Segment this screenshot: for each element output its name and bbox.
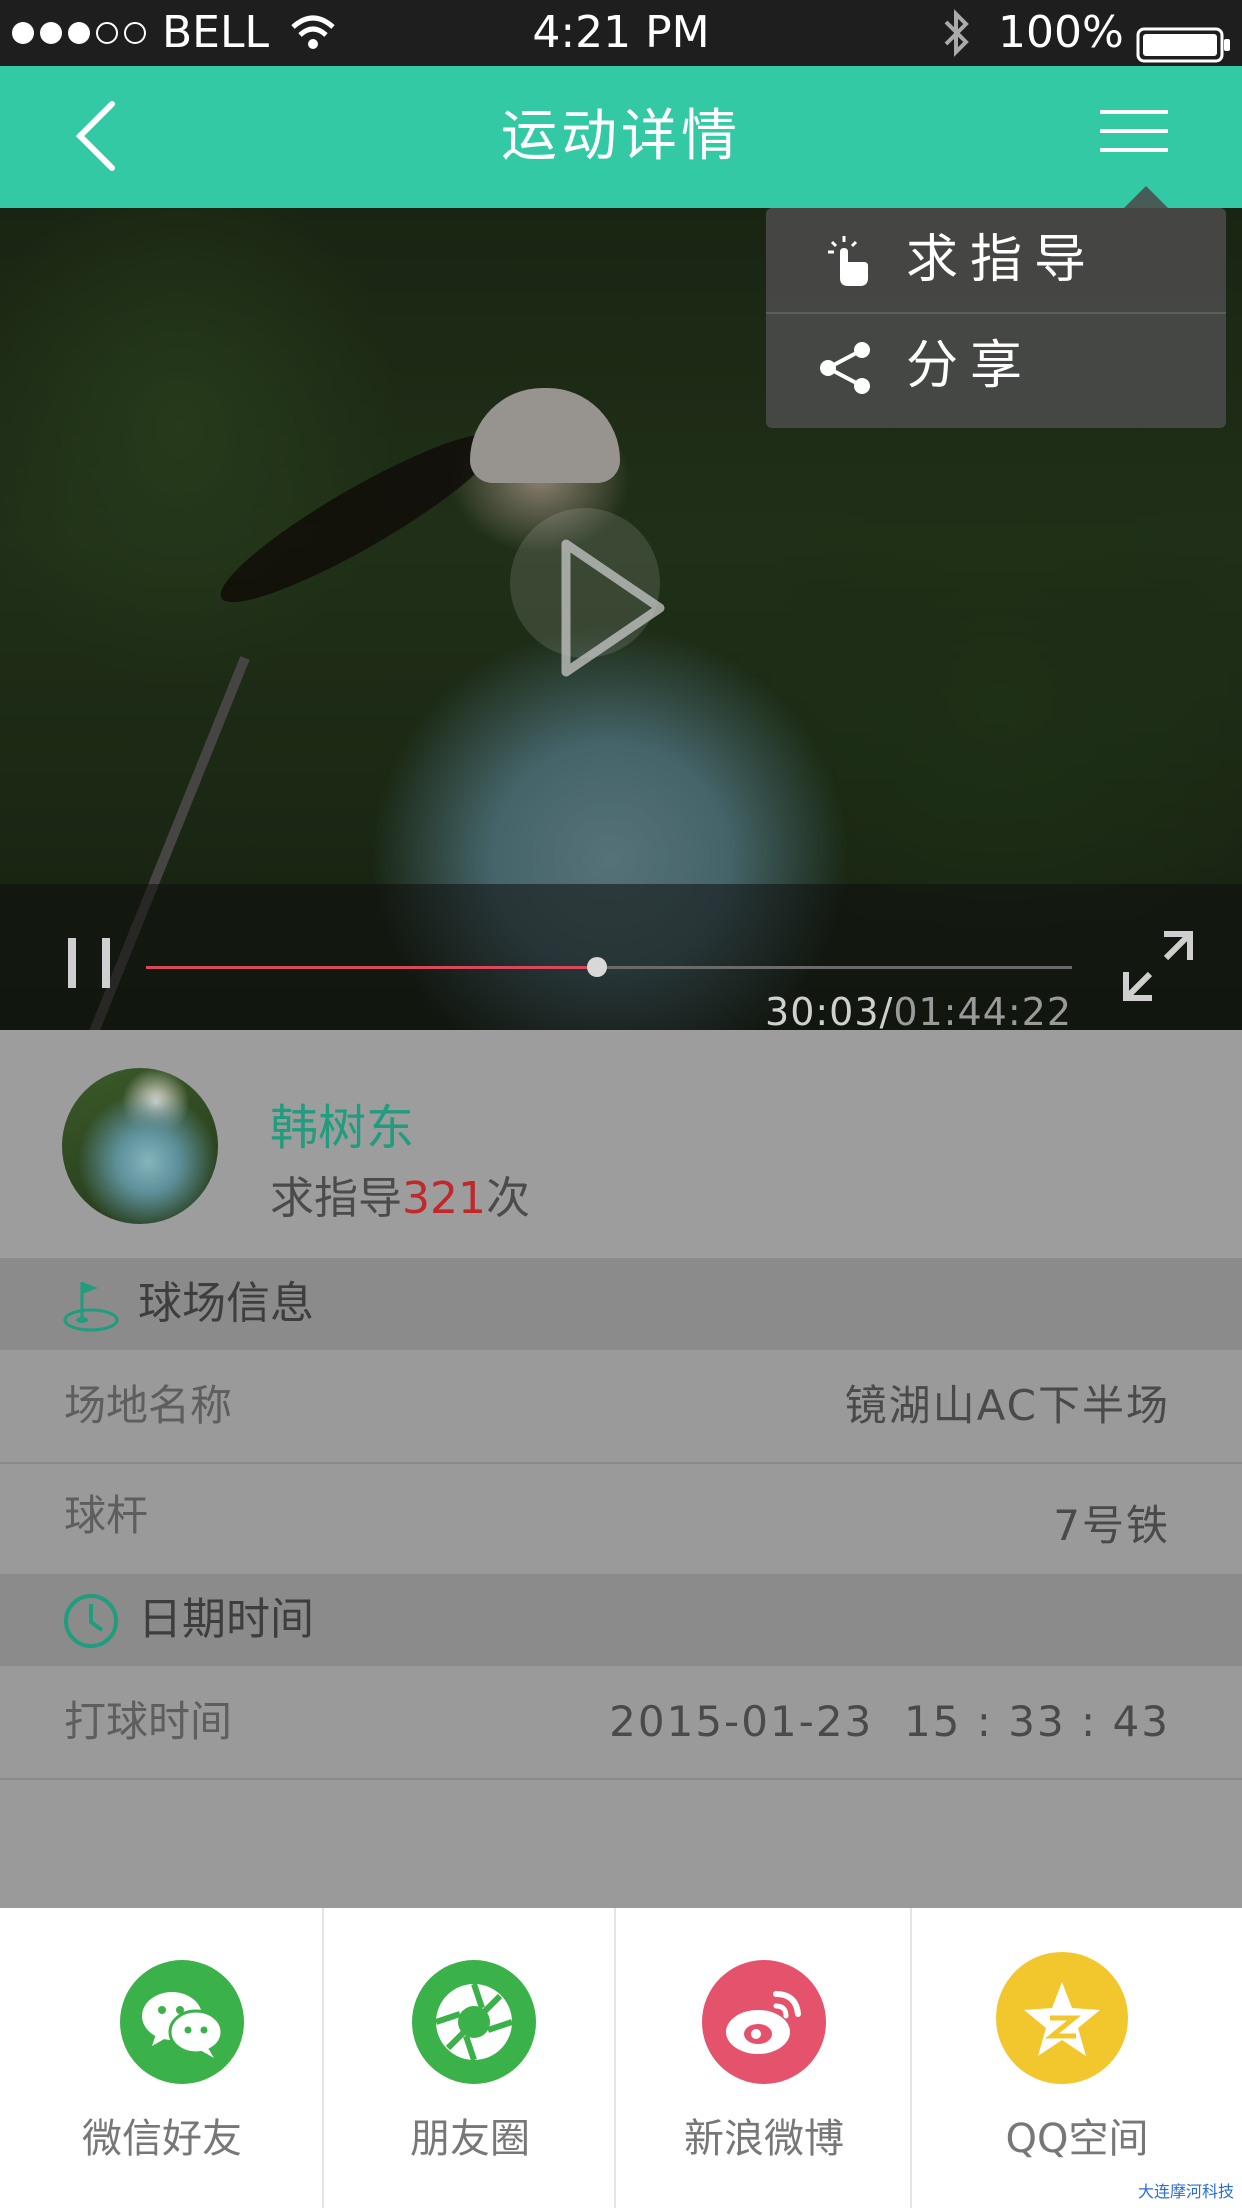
popup-arrow bbox=[1124, 186, 1168, 208]
share-icon bbox=[820, 342, 870, 394]
hamburger-menu-icon bbox=[1100, 110, 1168, 114]
battery-percent: 100% bbox=[998, 7, 1124, 58]
moments-icon bbox=[412, 1960, 536, 2084]
guidance-count: 求指导321次 bbox=[270, 1173, 530, 1224]
fullscreen-button[interactable] bbox=[1120, 928, 1196, 1004]
date-time-header: 日期时间 bbox=[0, 1574, 1242, 1666]
count-number: 321 bbox=[402, 1173, 486, 1224]
share-qzone[interactable]: QQ空间 bbox=[912, 1908, 1242, 2208]
play-icon bbox=[561, 539, 665, 677]
section-title: 日期时间 bbox=[138, 1594, 314, 1645]
row-value: 镜湖山AC下半场 bbox=[844, 1381, 1170, 1430]
club-row: 球杆 7号铁 bbox=[0, 1464, 1242, 1578]
share-label: 微信好友 bbox=[82, 2116, 242, 2162]
hand-tap-icon bbox=[828, 236, 868, 286]
avatar[interactable] bbox=[62, 1068, 218, 1224]
share-wechat[interactable]: 微信好友 bbox=[0, 1908, 324, 2208]
user-name[interactable]: 韩树东 bbox=[270, 1088, 414, 1158]
menu-item-label: 分享 bbox=[906, 336, 1035, 396]
row-key: 球杆 bbox=[64, 1491, 149, 1540]
menu-button[interactable] bbox=[1100, 110, 1190, 170]
menu-item-share[interactable]: 分享 bbox=[766, 314, 1226, 418]
progress-played bbox=[146, 966, 597, 969]
menu-item-guidance[interactable]: 求指导 bbox=[766, 208, 1226, 312]
menu-item-label: 求指导 bbox=[906, 230, 1099, 290]
status-bar: BELL 4:21 PM 100% bbox=[0, 0, 1242, 66]
share-label: QQ空间 bbox=[1005, 2116, 1149, 2162]
row-value: 2015-01-23 15 : 33 : 43 bbox=[609, 1697, 1170, 1746]
share-moments[interactable]: 朋友圈 bbox=[324, 1908, 616, 2208]
page-title: 运动详情 bbox=[501, 104, 741, 169]
popup-menu: 求指导 分享 bbox=[766, 208, 1226, 428]
qzone-icon bbox=[996, 1952, 1128, 2084]
play-time-row: 打球时间 2015-01-23 15 : 33 : 43 bbox=[0, 1666, 1242, 1780]
clock-icon bbox=[64, 1594, 118, 1648]
course-info-header: 球场信息 bbox=[0, 1258, 1242, 1350]
row-key: 场地名称 bbox=[64, 1381, 233, 1430]
watermark: 大连摩河科技 bbox=[1137, 2182, 1234, 2201]
row-value: 7号铁 bbox=[1053, 1501, 1170, 1550]
user-profile: 韩树东 求指导321次 bbox=[0, 1030, 1242, 1258]
row-key: 打球时间 bbox=[64, 1697, 233, 1746]
pause-icon bbox=[68, 938, 76, 988]
current-time: 30:03/ bbox=[765, 990, 894, 1030]
bluetooth-icon bbox=[940, 8, 974, 74]
golf-flag-icon bbox=[63, 1282, 119, 1332]
share-label: 朋友圈 bbox=[410, 2116, 530, 2162]
share-sheet: 微信好友 朋友圈 新浪微博 QQ空间 大连摩河科技 bbox=[0, 1908, 1242, 2208]
total-time: 01:44:22 bbox=[893, 990, 1072, 1030]
video-time: 30:03/01:44:22 bbox=[765, 990, 1072, 1030]
video-controls: 30:03/01:44:22 bbox=[0, 884, 1242, 1030]
section-title: 球场信息 bbox=[138, 1278, 314, 1329]
venue-row: 场地名称 镜湖山AC下半场 bbox=[0, 1350, 1242, 1464]
wechat-icon bbox=[120, 1960, 244, 2084]
share-label: 新浪微博 bbox=[684, 2116, 844, 2162]
expand-icon bbox=[1123, 931, 1193, 1001]
progress-thumb[interactable] bbox=[586, 957, 607, 977]
weibo-icon bbox=[702, 1960, 826, 2084]
pause-button[interactable] bbox=[68, 938, 114, 988]
share-weibo[interactable]: 新浪微博 bbox=[616, 1908, 912, 2208]
nav-bar: 运动详情 bbox=[0, 66, 1242, 208]
